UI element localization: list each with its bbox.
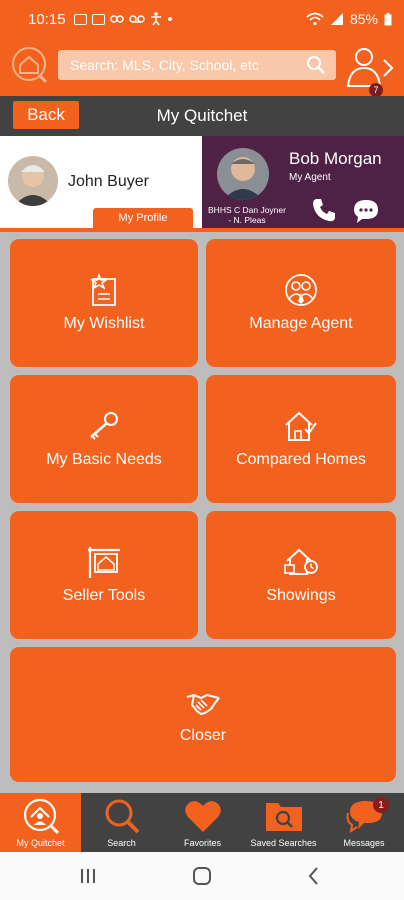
compare-homes-icon [285,411,317,441]
my-wishlist-tile[interactable]: My Wishlist [10,239,198,367]
quitchet-logo-icon[interactable] [10,45,50,85]
buyer-card[interactable]: John Buyer My Profile [0,136,202,228]
my-profile-button[interactable]: My Profile [93,208,193,228]
nav-saved-searches-label: Saved Searches [250,838,317,848]
search-box[interactable] [58,50,336,80]
bottom-nav: My Quitchet Search Favorites Saved Searc… [0,793,404,852]
search-icon [105,799,139,834]
manage-agent-tile[interactable]: Manage Agent [206,239,396,367]
status-notification-icons [73,12,173,26]
nav-search[interactable]: Search [81,793,162,852]
status-time: 10:15 [28,10,66,28]
nav-messages[interactable]: Messages 1 [324,793,404,852]
gallery-icon [73,13,87,25]
closer-label: Closer [179,726,227,744]
my-wishlist-label: My Wishlist [63,315,145,332]
agent-card[interactable]: Bob Morgan My Agent BHHS C Dan Joyner - … [202,136,404,228]
agent-name: Bob Morgan [289,149,382,168]
agent-avatar [217,148,269,200]
gallery-icon [91,13,105,25]
title-bar: Back My Quitchet [0,96,404,136]
showings-house-icon [284,548,318,575]
heart-icon [184,801,221,832]
page-title: My Quitchet [156,106,248,125]
seller-tools-tile[interactable]: Seller Tools [10,511,198,639]
accessibility-icon [150,12,161,26]
buyer-name: John Buyer [68,173,149,190]
voicemail-icon [128,15,145,23]
wifi-icon [306,12,324,26]
search-input[interactable] [70,57,306,73]
agent-switch-icon[interactable] [344,44,398,90]
home-icon[interactable] [190,864,214,888]
nav-search-label: Search [107,838,136,848]
my-basic-needs-tile[interactable]: My Basic Needs [10,375,198,503]
phone-icon[interactable] [310,196,338,224]
manage-agent-icon [285,274,317,306]
nav-my-quitchet-label: My Quitchet [16,838,65,848]
my-quitchet-icon [23,798,59,835]
messages-badge: 1 [373,797,389,813]
wishlist-icon [89,273,116,306]
recent-apps-icon[interactable] [76,864,100,888]
showings-label: Showings [266,587,336,604]
showings-tile[interactable]: Showings [206,511,396,639]
nav-saved-searches[interactable]: Saved Searches [243,793,324,852]
signal-icon [330,13,343,25]
profile-divider [0,228,404,232]
for-sale-sign-icon [88,547,120,578]
battery-percent: 85% [349,11,378,27]
search-icon[interactable] [306,55,326,75]
buyer-avatar [8,156,58,206]
status-right: 85% [306,11,392,27]
nav-favorites[interactable]: Favorites [162,793,243,852]
agent-notification-badge: 7 [369,83,383,97]
manage-agent-label: Manage Agent [249,315,353,332]
seller-tools-label: Seller Tools [62,587,146,604]
dot-icon [167,17,172,21]
profile-row: John Buyer My Profile Bob Morgan My Agen… [0,136,404,228]
handshake-icon [186,693,220,715]
closer-tile[interactable]: Closer [10,647,396,782]
status-bar: 10:15 85% [0,0,404,38]
agent-role: My Agent [289,172,331,183]
compared-homes-tile[interactable]: Compared Homes [206,375,396,503]
compared-homes-label: Compared Homes [236,451,366,468]
app-header: 7 [0,38,404,97]
game-icon [109,15,124,23]
agent-office: BHHS C Dan Joyner - N. Pleas [208,205,286,225]
battery-icon [384,12,392,25]
chat-icon[interactable] [352,197,380,225]
back-nav-icon[interactable] [302,864,326,888]
nav-messages-label: Messages [343,838,385,848]
saved-search-folder-icon [265,803,302,831]
my-basic-needs-label: My Basic Needs [46,451,162,468]
nav-my-quitchet[interactable]: My Quitchet [0,793,81,852]
key-icon [90,412,118,440]
nav-favorites-label: Favorites [183,838,221,848]
system-nav-bar [0,852,404,900]
